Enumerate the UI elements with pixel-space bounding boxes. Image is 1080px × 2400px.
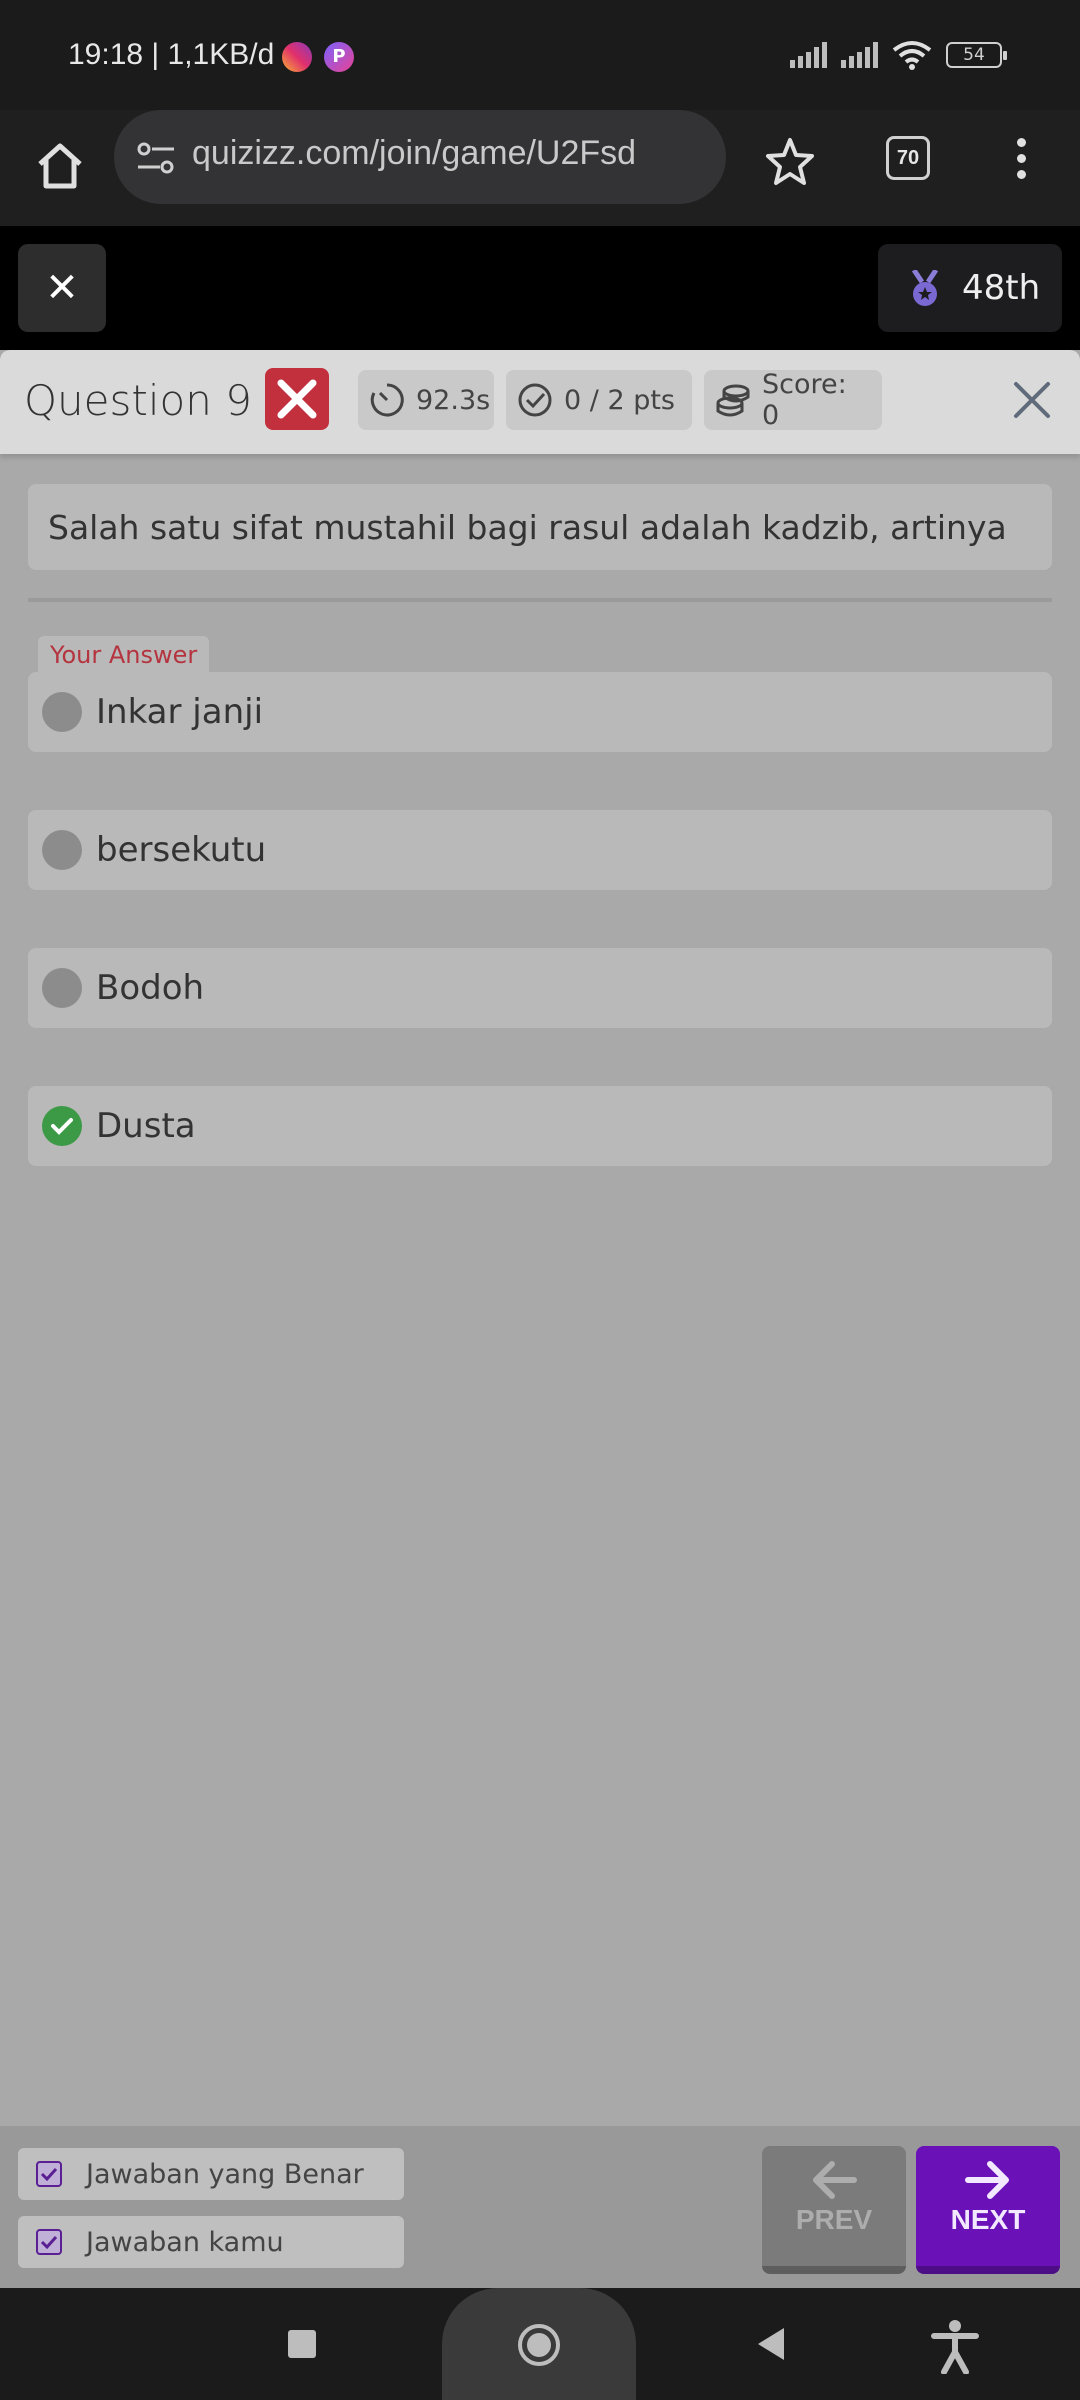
home-button[interactable] [442, 2288, 636, 2400]
answer-option-4: Dusta [28, 1086, 1052, 1166]
next-button[interactable]: NEXT [916, 2146, 1060, 2274]
home-icon[interactable] [30, 136, 90, 196]
checkbox-icon[interactable] [36, 2161, 62, 2187]
legend-correct-answer[interactable]: Jawaban yang Benar [18, 2148, 404, 2200]
question-box: Salah satu sifat mustahil bagi rasul ada… [28, 484, 1052, 570]
status-bar: 19:18 | 1,1KB/d P 54 [0, 0, 1080, 110]
legend-your-answer[interactable]: Jawaban kamu [18, 2216, 404, 2268]
address-bar[interactable]: quizizz.com/join/game/U2Fsd [114, 110, 726, 204]
prev-label: PREV [795, 2204, 873, 2235]
score-chip: Score: 0 [704, 369, 882, 431]
picsart-icon: P [324, 42, 354, 72]
status-icons: 54 [790, 40, 1007, 70]
question-text: Salah satu sifat mustahil bagi rasul ada… [48, 508, 1007, 547]
time-value: 92.3s [416, 384, 491, 416]
close-icon[interactable]: ✕ [18, 244, 106, 332]
accessibility-icon[interactable] [930, 2318, 980, 2374]
close-icon[interactable] [1010, 378, 1054, 422]
battery-icon: 54 [946, 42, 1007, 68]
option-label: Inkar janji [96, 692, 264, 732]
score-value: Score: 0 [762, 369, 847, 431]
time-chip: 92.3s [358, 370, 494, 430]
check-circle-icon [42, 1106, 82, 1146]
timer-icon [370, 383, 404, 417]
arrow-left-icon [813, 2161, 857, 2199]
game-header: ✕ 48th [0, 226, 1080, 350]
wrong-x-icon [265, 368, 329, 430]
signal-icon [790, 42, 827, 68]
checkbox-icon[interactable] [36, 2229, 62, 2255]
check-circle-icon [518, 383, 552, 417]
instagram-icon [282, 42, 312, 72]
browser-toolbar: quizizz.com/join/game/U2Fsd 70 [0, 110, 1080, 226]
option-label: Dusta [96, 1106, 196, 1146]
back-icon[interactable] [758, 2328, 784, 2360]
option-label: bersekutu [96, 830, 267, 870]
rank-text: 48th [962, 268, 1041, 308]
answer-option-1: Inkar janji [28, 672, 1052, 752]
next-label: NEXT [950, 2204, 1026, 2235]
tabs-icon[interactable]: 70 [886, 136, 930, 180]
system-navigation-bar [0, 2288, 1080, 2400]
site-settings-icon[interactable] [136, 140, 176, 176]
divider [28, 598, 1052, 602]
arrow-right-icon [965, 2161, 1009, 2199]
url-text: quizizz.com/join/game/U2Fsd [192, 134, 637, 172]
recents-icon[interactable] [288, 2330, 316, 2358]
more-icon[interactable] [1006, 134, 1036, 194]
points-value: 0 / 2 pts [564, 384, 675, 416]
question-review-header: Question 9 92.3s 0 / 2 pts Score: 0 [0, 350, 1080, 454]
question-title: Question 9 [24, 376, 252, 425]
prev-button[interactable]: PREV [762, 2146, 906, 2274]
your-answer-label: Your Answer [38, 636, 210, 674]
points-chip: 0 / 2 pts [506, 370, 692, 430]
answer-option-2: bersekutu [28, 810, 1052, 890]
radio-icon [42, 968, 82, 1008]
coins-icon [716, 384, 750, 417]
medal-icon [911, 270, 939, 306]
rank-badge: 48th [878, 244, 1062, 332]
answer-option-3: Bodoh [28, 948, 1052, 1028]
status-time: 19:18 | 1,1KB/d [68, 38, 275, 71]
wifi-icon [892, 41, 932, 70]
review-footer: Jawaban yang Benar Jawaban kamu PREV NEX… [0, 2126, 1080, 2288]
home-circle-icon [518, 2324, 560, 2366]
option-label: Bodoh [96, 968, 205, 1008]
radio-icon [42, 692, 82, 732]
signal-icon [841, 42, 878, 68]
legend-label: Jawaban kamu [86, 2227, 284, 2258]
star-icon[interactable] [762, 134, 818, 190]
radio-icon [42, 830, 82, 870]
legend-label: Jawaban yang Benar [86, 2159, 364, 2190]
